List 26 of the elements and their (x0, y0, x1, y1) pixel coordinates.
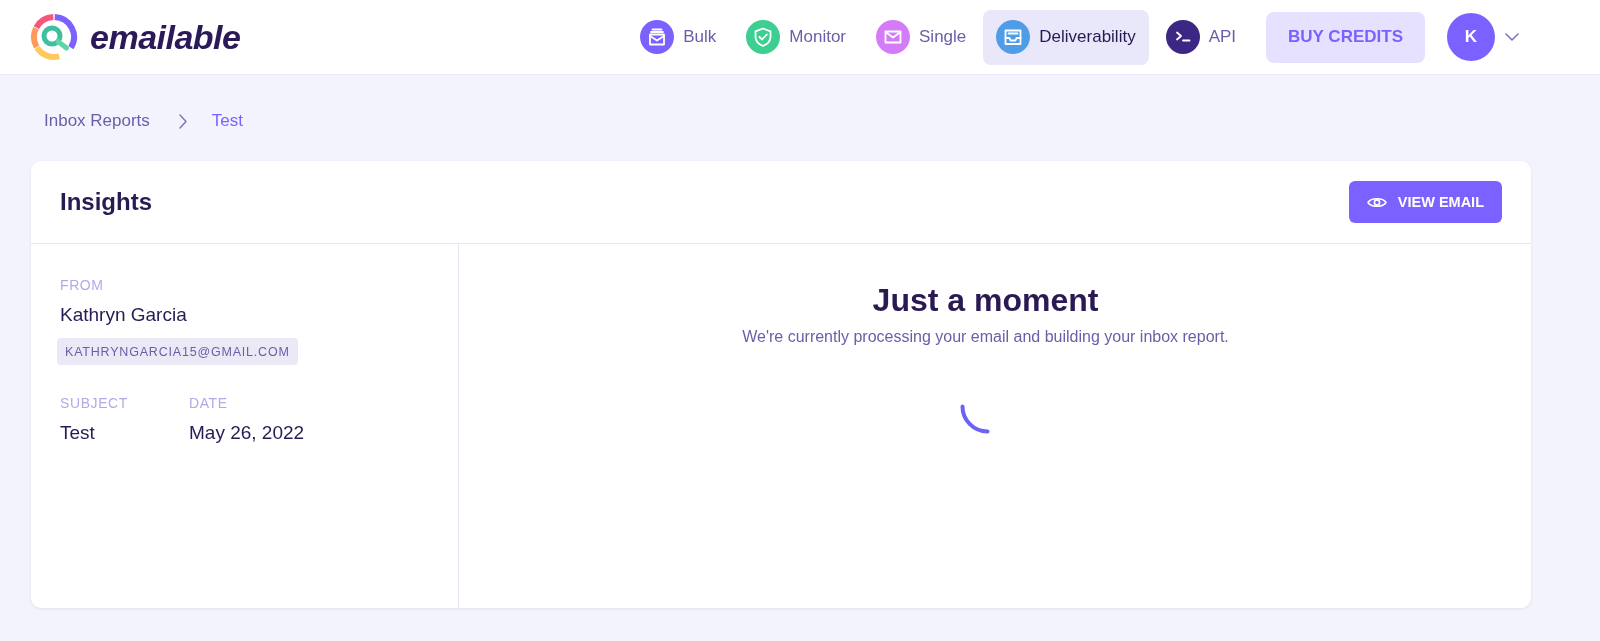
field-label: DATE (189, 394, 229, 412)
logo-icon (30, 13, 78, 61)
card-title: Insights (60, 188, 152, 216)
nav-tab[interactable]: Monitor (733, 9, 859, 65)
status-message: We're currently processing your email and building your inbox report. (742, 327, 1229, 347)
chevron-down-icon[interactable] (1505, 33, 1519, 41)
breadcrumb-link[interactable]: Inbox Reports (44, 111, 150, 131)
view-email-button[interactable]: VIEW EMAIL (1348, 181, 1502, 223)
nav-tab[interactable]: Deliverability (983, 9, 1149, 65)
field-value: Test (60, 422, 96, 444)
field-value: May 26, 2022 (189, 422, 306, 444)
eye-icon (1366, 195, 1387, 209)
avatar-button[interactable]: K (1447, 13, 1495, 61)
email-tag: KATHRYNGARCIA15@GMAIL.COM (57, 338, 298, 365)
from-label: FROM (60, 276, 105, 294)
breadcrumb-link[interactable]: Test (211, 111, 244, 131)
nav-tab[interactable]: Single (863, 9, 980, 65)
spinner-icon (960, 404, 991, 435)
logo-text[interactable]: emailable (90, 17, 241, 57)
nav-tab[interactable]: API (1152, 9, 1250, 65)
sender-name: Kathryn Garcia (60, 304, 188, 326)
field-label: SUBJECT (60, 394, 129, 412)
nav-tab[interactable]: Bulk (627, 9, 730, 65)
buy-credits-button[interactable]: BUY CREDITS (1266, 11, 1425, 63)
status-title: Just a moment (872, 281, 1099, 319)
chevron-right-icon (178, 113, 187, 129)
